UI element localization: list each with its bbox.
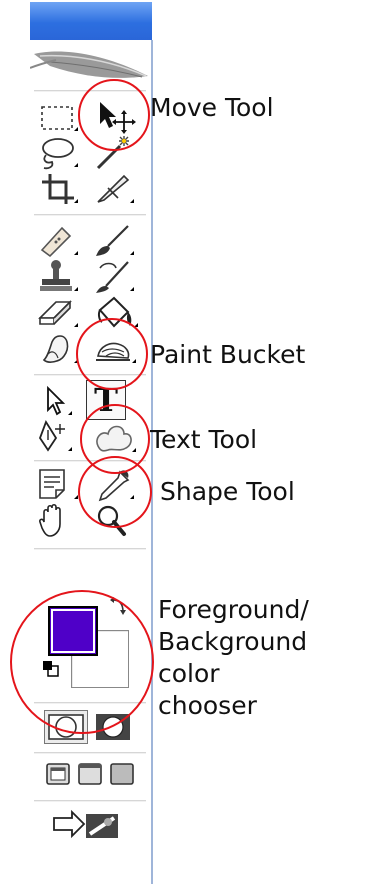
slice-icon	[97, 174, 134, 203]
shape-tool-highlight	[78, 456, 152, 528]
brush-icon	[96, 225, 134, 256]
paint-bucket-label: Paint Bucket	[150, 340, 306, 369]
bandage-icon	[40, 226, 78, 258]
color-chooser-label: Foreground/ Background color chooser	[158, 594, 309, 722]
marquee-tool[interactable]	[34, 98, 84, 134]
standard-screen-mode-icon[interactable]	[44, 760, 74, 790]
history-brush-tool[interactable]	[90, 258, 140, 294]
divider	[34, 752, 146, 754]
move-tool-highlight	[78, 79, 150, 151]
slice-tool[interactable]	[90, 170, 140, 206]
color-chooser-label-line: chooser	[158, 691, 257, 720]
crop-tool[interactable]	[34, 170, 84, 206]
shape-tool-label: Shape Tool	[160, 477, 295, 506]
color-chooser-label-line: Background	[158, 627, 308, 656]
toolbox-titlebar[interactable]	[30, 2, 152, 40]
color-chooser-label-line: Foreground/	[158, 595, 309, 624]
full-screen-mode-icon[interactable]	[108, 760, 138, 790]
path-selection-tool[interactable]	[34, 382, 84, 418]
healing-brush-tool[interactable]	[34, 222, 84, 258]
jump-to-imageready-button[interactable]	[50, 808, 130, 844]
color-chooser-highlight	[10, 590, 154, 734]
notes-tool[interactable]	[34, 466, 84, 502]
crop-icon	[42, 174, 78, 204]
hand-tool[interactable]	[34, 502, 84, 538]
divider	[34, 800, 146, 802]
divider	[34, 548, 146, 550]
jump-to-imageready-icon	[53, 809, 118, 839]
pen-icon	[38, 419, 72, 452]
hand-icon	[39, 503, 61, 537]
panel-right-border	[151, 40, 153, 884]
paint-bucket-highlight	[76, 318, 148, 390]
full-screen-menu-mode-icon[interactable]	[76, 760, 106, 790]
pen-tool[interactable]	[34, 418, 84, 454]
lasso-icon	[42, 138, 78, 170]
stamp-icon	[40, 260, 78, 291]
eraser-icon	[38, 300, 78, 327]
marquee-icon	[41, 106, 78, 131]
feather-logo[interactable]	[30, 40, 152, 90]
eraser-tool[interactable]	[34, 294, 84, 330]
brush-tool[interactable]	[90, 222, 140, 258]
text-tool-label: Text Tool	[150, 425, 258, 454]
history-brush-icon	[96, 261, 134, 293]
move-tool-label: Move Tool	[150, 93, 274, 122]
path-select-icon	[47, 385, 72, 416]
lasso-tool[interactable]	[34, 134, 84, 170]
screen-mode-group	[44, 760, 140, 790]
divider	[34, 214, 146, 216]
notes-icon	[39, 469, 78, 499]
color-chooser-label-line: color	[158, 659, 220, 688]
clone-stamp-tool[interactable]	[34, 258, 84, 294]
